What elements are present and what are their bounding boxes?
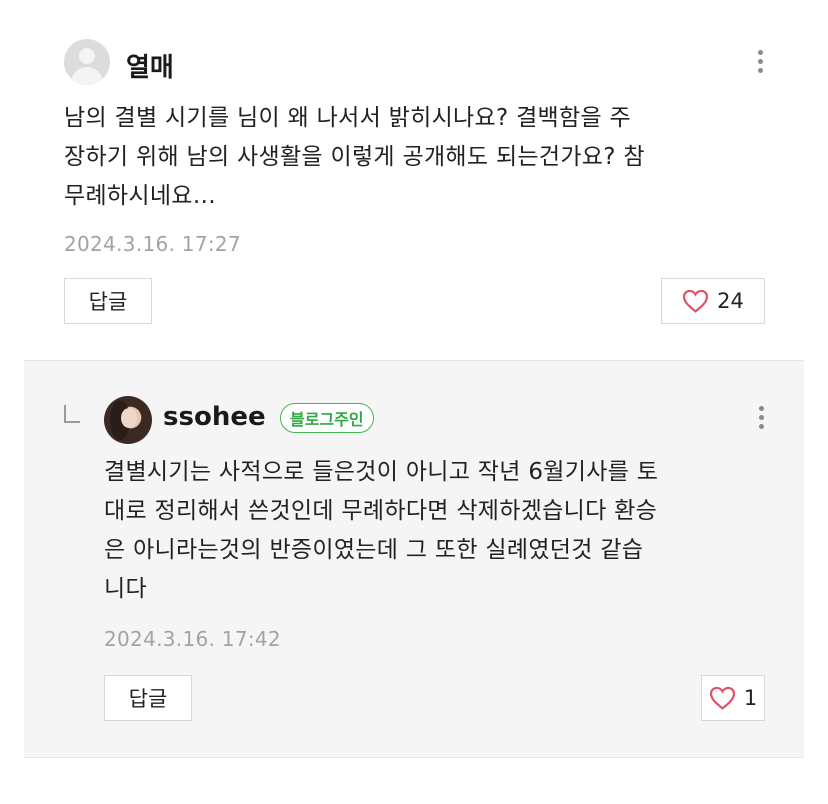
reply-text-line: 대로 정리해서 쓴것인데 무례하다면 삭제하겠습니다 환승 [104, 498, 658, 524]
comment: 열매 남의 결별 시기를 님이 왜 나서서 밝히시나요? 결백함을 주 장하기 … [0, 0, 828, 360]
comment-username[interactable]: 열매 [126, 47, 174, 84]
comment-text-line: 남의 결별 시기를 님이 왜 나서서 밝히시나요? 결백함을 주 [64, 105, 631, 131]
comment-text-line: 무례하시네요… [64, 183, 217, 209]
avatar[interactable] [104, 396, 152, 444]
reply-text-line: 니다 [104, 576, 147, 602]
reply-username[interactable]: ssohee [163, 402, 266, 432]
reply-text-line: 은 아니라는것의 반증이였는데 그 또한 실례였던것 같습 [104, 537, 644, 563]
more-vertical-icon[interactable] [758, 50, 764, 78]
comment-date: 2024.3.16. 17:27 [64, 232, 241, 256]
reply-text: 결별시기는 사적으로 들은것이 아니고 작년 6월기사를 토 대로 정리해서 쓴… [104, 453, 658, 609]
reply-button[interactable]: 답글 [64, 278, 152, 324]
reply-date: 2024.3.16. 17:42 [104, 627, 281, 651]
avatar-body [71, 67, 103, 85]
heart-outline-icon [683, 289, 709, 313]
like-button[interactable]: 1 [701, 675, 765, 721]
comment-text-line: 장하기 위해 남의 사생활을 이렇게 공개해도 되는건가요? 참 [64, 144, 645, 170]
heart-outline-icon [709, 686, 735, 710]
like-count: 24 [717, 289, 744, 313]
reply-button[interactable]: 답글 [104, 675, 192, 721]
reply-button-label: 답글 [88, 290, 128, 314]
reply-comment: ssohee 블로그주인 결별시기는 사적으로 들은것이 아니고 작년 6월기사… [24, 360, 804, 758]
more-vertical-icon[interactable] [759, 406, 765, 434]
reply-arrow-icon [64, 405, 80, 423]
like-count: 1 [743, 686, 758, 710]
avatar-default[interactable] [64, 39, 110, 85]
avatar-head [79, 48, 95, 64]
avatar-face [121, 408, 137, 428]
blog-owner-badge: 블로그주인 [280, 403, 374, 433]
comment-text: 남의 결별 시기를 님이 왜 나서서 밝히시나요? 결백함을 주 장하기 위해 … [64, 99, 645, 216]
like-button[interactable]: 24 [661, 278, 765, 324]
reply-text-line: 결별시기는 사적으로 들은것이 아니고 작년 6월기사를 토 [104, 459, 659, 485]
reply-button-label: 답글 [128, 687, 168, 711]
